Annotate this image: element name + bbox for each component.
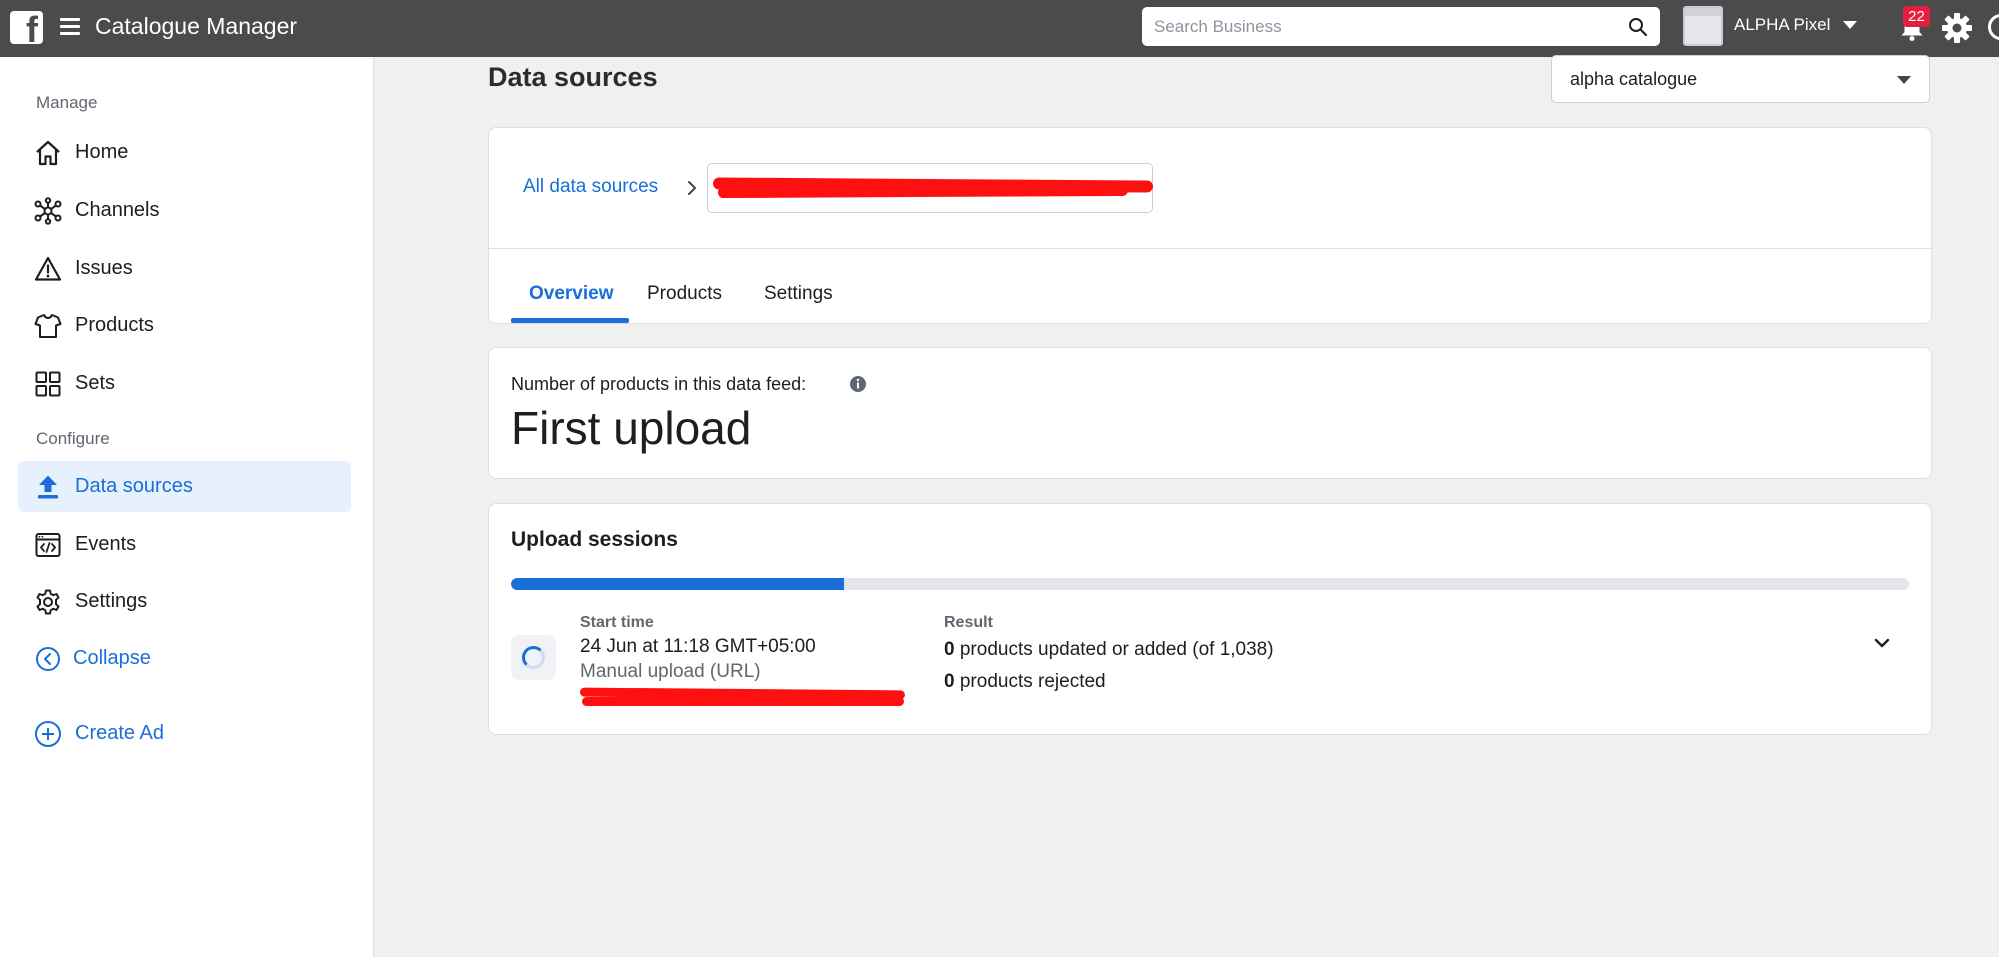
upload-status-indicator — [511, 635, 556, 680]
gear-icon — [36, 589, 60, 615]
shirt-icon — [34, 314, 62, 338]
products-rejected-text: products rejected — [954, 671, 1106, 692]
create-ad-button[interactable]: Create Ad — [18, 708, 351, 759]
loading-spinner-icon — [522, 646, 545, 669]
sidebar-item-products[interactable]: Products — [18, 300, 351, 351]
sidebar-item-issues[interactable]: Issues — [18, 243, 351, 294]
products-updated-count: 0 — [944, 639, 955, 660]
upload-icon — [38, 475, 58, 499]
redaction-mark — [582, 697, 904, 706]
plus-circle-icon — [35, 721, 61, 747]
start-time-value: 24 Jun at 11:18 GMT+05:00 — [580, 636, 816, 657]
active-tab-indicator — [511, 318, 629, 323]
upload-progress-bar — [511, 578, 1909, 590]
upload-progress-fill — [511, 578, 844, 590]
create-ad-label: Create Ad — [75, 722, 164, 744]
redaction-mark — [717, 184, 1129, 199]
tab-settings[interactable]: Settings — [764, 283, 833, 305]
collapse-button[interactable]: Collapse — [18, 633, 351, 684]
sidebar-item-events[interactable]: Events — [18, 519, 351, 570]
tab-overview[interactable]: Overview — [529, 283, 614, 305]
notification-badge: 22 — [1903, 6, 1930, 27]
info-icon[interactable] — [849, 375, 867, 393]
section-label-configure: Configure — [36, 429, 110, 448]
grid-icon — [35, 371, 61, 397]
chevron-left-circle-icon — [36, 647, 60, 671]
products-updated-result: 0 products updated or added (of 1,038) — [944, 639, 1274, 661]
gear-icon[interactable] — [1941, 12, 1973, 44]
chevron-right-icon — [688, 181, 696, 195]
sidebar-item-label: Products — [75, 314, 154, 336]
sidebar-item-channels[interactable]: Channels — [18, 185, 351, 236]
product-count-value: First upload — [511, 402, 752, 454]
sidebar: Manage Home Channels Issues Products Set… — [0, 57, 374, 957]
sidebar-item-label: Sets — [75, 372, 116, 394]
upload-sessions-title: Upload sessions — [511, 528, 678, 551]
products-rejected-result: 0 products rejected — [944, 671, 1106, 693]
catalog-selector-value: alpha catalogue — [1570, 69, 1698, 89]
start-time-label: Start time — [580, 614, 654, 631]
search-input[interactable] — [1154, 7, 1614, 46]
breadcrumb-all-data-sources[interactable]: All data sources — [523, 176, 658, 198]
business-name[interactable]: ALPHA Pixel — [1734, 15, 1830, 35]
product-count-label: Number of products in this data feed: — [511, 374, 807, 394]
hamburger-menu-icon[interactable] — [60, 18, 80, 36]
products-rejected-count: 0 — [944, 671, 955, 692]
business-avatar[interactable] — [1683, 6, 1723, 46]
sidebar-item-data-sources[interactable]: Data sources — [18, 461, 351, 512]
sidebar-item-label: Settings — [75, 590, 148, 612]
sidebar-item-label: Events — [75, 533, 137, 555]
home-icon — [36, 140, 60, 166]
search-box[interactable] — [1142, 7, 1660, 46]
sidebar-item-settings[interactable]: Settings — [18, 576, 351, 627]
search-icon[interactable] — [1628, 17, 1648, 37]
data-source-header-card: All data sources Overview Products Setti… — [488, 127, 1932, 324]
result-label: Result — [944, 614, 993, 631]
chevron-down-icon — [1897, 76, 1911, 84]
sidebar-item-label: Issues — [75, 257, 133, 279]
catalog-selector[interactable]: alpha catalogue — [1551, 55, 1930, 103]
upload-sessions-card: Upload sessions Start time 24 Jun at 11:… — [488, 503, 1932, 735]
sidebar-item-label: Home — [75, 141, 129, 163]
upload-method: Manual upload (URL) — [580, 661, 761, 682]
tab-products[interactable]: Products — [647, 283, 722, 305]
sidebar-item-label: Channels — [75, 199, 160, 221]
section-label-manage: Manage — [36, 93, 98, 112]
products-updated-text: products updated or added (of 1,038) — [954, 639, 1274, 660]
page-title: Data sources — [488, 62, 658, 92]
app-title: Catalogue Manager — [95, 13, 298, 39]
sidebar-item-home[interactable]: Home — [18, 127, 351, 178]
sidebar-item-sets[interactable]: Sets — [18, 358, 351, 409]
divider — [489, 248, 1931, 249]
warning-icon — [34, 256, 62, 281]
sidebar-item-label: Data sources — [75, 475, 193, 497]
code-window-icon — [35, 533, 61, 557]
product-count-card: Number of products in this data feed: Fi… — [488, 347, 1932, 479]
chevron-down-icon[interactable] — [1843, 21, 1857, 29]
top-bar: f Catalogue Manager ALPHA Pixel 22 — [0, 0, 1999, 57]
chevron-down-icon[interactable] — [1871, 632, 1893, 654]
profile-avatar[interactable] — [1988, 14, 1999, 40]
channels-icon — [34, 197, 62, 225]
data-source-selector[interactable] — [707, 163, 1154, 213]
facebook-logo-icon[interactable]: f — [10, 11, 43, 44]
collapse-label: Collapse — [73, 647, 151, 669]
